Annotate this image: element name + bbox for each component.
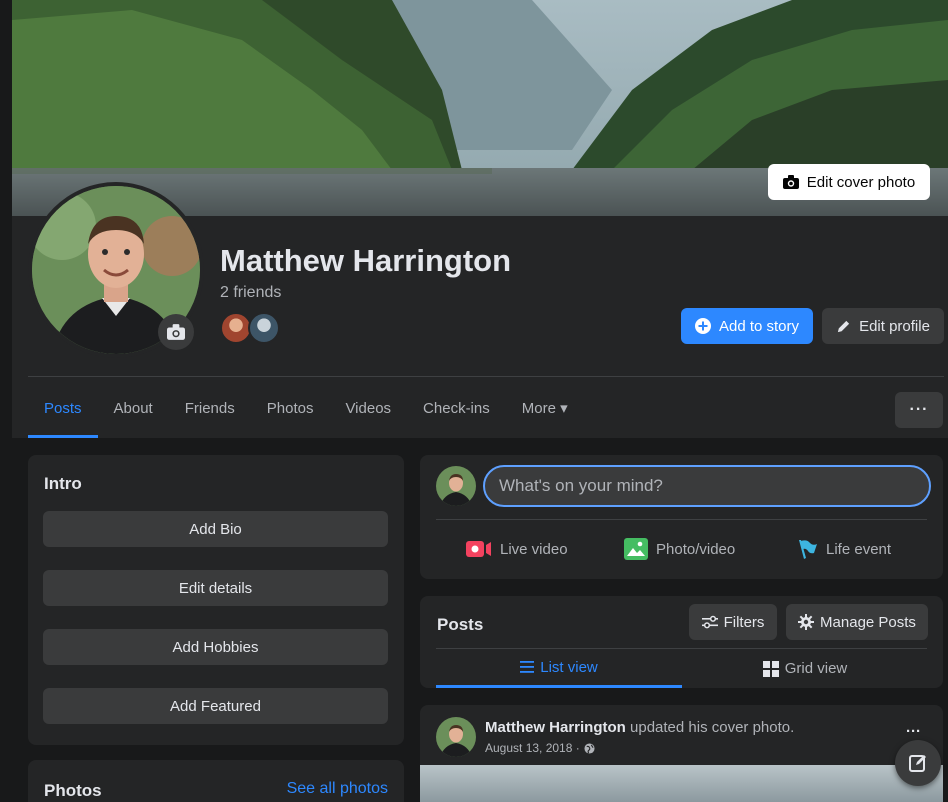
photos-title: Photos: [44, 781, 102, 800]
composer-avatar[interactable]: [436, 466, 476, 506]
flag-icon: [799, 540, 817, 559]
manage-posts-label: Manage Posts: [820, 613, 916, 631]
filters-button[interactable]: Filters: [689, 604, 777, 640]
filters-icon: [701, 615, 718, 629]
post-action-text: updated his cover photo.: [625, 719, 795, 736]
live-video-label: Live video: [500, 540, 568, 558]
list-view-tab[interactable]: List view: [436, 649, 682, 688]
grid-icon: [762, 660, 779, 677]
post-meta: August 13, 2018 ·: [485, 741, 595, 755]
composer-divider: [436, 519, 927, 520]
header-divider: [28, 376, 944, 377]
tab-friends[interactable]: Friends: [169, 378, 251, 438]
add-featured-button[interactable]: Add Featured: [43, 688, 388, 724]
profile-name: Matthew Harrington: [220, 243, 512, 278]
tab-posts[interactable]: Posts: [28, 378, 98, 438]
post-headline: Matthew Harrington updated his cover pho…: [485, 719, 794, 736]
photo-video-label: Photo/video: [656, 540, 736, 558]
add-bio-button[interactable]: Add Bio: [43, 511, 388, 547]
tab-photos[interactable]: Photos: [251, 378, 330, 438]
edit-cover-label: Edit cover photo: [806, 173, 916, 191]
grid-view-label: Grid view: [784, 660, 848, 677]
profile-more-options-button[interactable]: ···: [895, 392, 943, 428]
edit-profile-button[interactable]: Edit profile: [822, 308, 944, 344]
whats-on-your-mind-input[interactable]: What's on your mind?: [483, 465, 931, 507]
posts-section-title: Posts: [437, 615, 484, 634]
person-figure: [436, 717, 476, 757]
post-options-button[interactable]: ···: [906, 723, 921, 740]
plus-circle-icon: [694, 318, 711, 334]
camera-icon: [167, 324, 185, 340]
person-figure: [436, 466, 476, 506]
grid-view-tab[interactable]: Grid view: [682, 649, 928, 688]
new-message-button[interactable]: [895, 740, 941, 786]
camera-icon: [782, 175, 799, 189]
manage-posts-button[interactable]: Manage Posts: [786, 604, 928, 640]
globe-icon: [584, 742, 595, 754]
tab-check-ins[interactable]: Check-ins: [407, 378, 506, 438]
post-composer: What's on your mind? Live video Photo/vi…: [420, 455, 943, 579]
compose-icon: [909, 755, 926, 772]
intro-card: Intro Add Bio Edit details Add Hobbies A…: [28, 455, 404, 745]
life-event-button[interactable]: Life event: [796, 529, 891, 569]
add-to-story-button[interactable]: Add to story: [681, 308, 813, 344]
tab-videos[interactable]: Videos: [329, 378, 407, 438]
update-profile-picture-button[interactable]: [158, 314, 194, 350]
friend-avatar[interactable]: [248, 312, 280, 344]
post-card: Matthew Harrington updated his cover pho…: [420, 705, 943, 802]
list-view-label: List view: [540, 658, 598, 676]
pencil-icon: [837, 320, 850, 332]
post-cover-image[interactable]: [420, 765, 943, 802]
filters-label: Filters: [723, 613, 765, 631]
post-date-link[interactable]: August 13, 2018 ·: [485, 741, 580, 755]
add-to-story-label: Add to story: [718, 317, 800, 335]
edit-details-button[interactable]: Edit details: [43, 570, 388, 606]
list-icon: [520, 661, 535, 673]
profile-tabs: Posts About Friends Photos Videos Check-…: [28, 378, 584, 438]
see-all-photos-link[interactable]: See all photos: [287, 780, 388, 798]
live-video-icon: [466, 541, 491, 557]
life-event-label: Life event: [826, 540, 892, 558]
posts-section-card: Posts Filters Manage Posts List view Gri…: [420, 596, 943, 688]
edit-profile-label: Edit profile: [859, 317, 930, 335]
gear-icon: [798, 614, 815, 630]
add-hobbies-button[interactable]: Add Hobbies: [43, 629, 388, 665]
friends-count-link[interactable]: 2 friends: [220, 284, 281, 302]
tab-about[interactable]: About: [98, 378, 169, 438]
photos-card: Photos See all photos: [28, 760, 404, 802]
post-author-link[interactable]: Matthew Harrington: [485, 719, 626, 736]
post-author-avatar[interactable]: [436, 717, 476, 757]
photo-video-button[interactable]: Photo/video: [624, 529, 735, 569]
tab-more[interactable]: More ▾: [506, 378, 584, 438]
intro-title: Intro: [44, 474, 82, 493]
photo-icon: [624, 538, 648, 560]
live-video-button[interactable]: Live video: [466, 529, 568, 569]
edit-cover-photo-button[interactable]: Edit cover photo: [768, 164, 930, 200]
